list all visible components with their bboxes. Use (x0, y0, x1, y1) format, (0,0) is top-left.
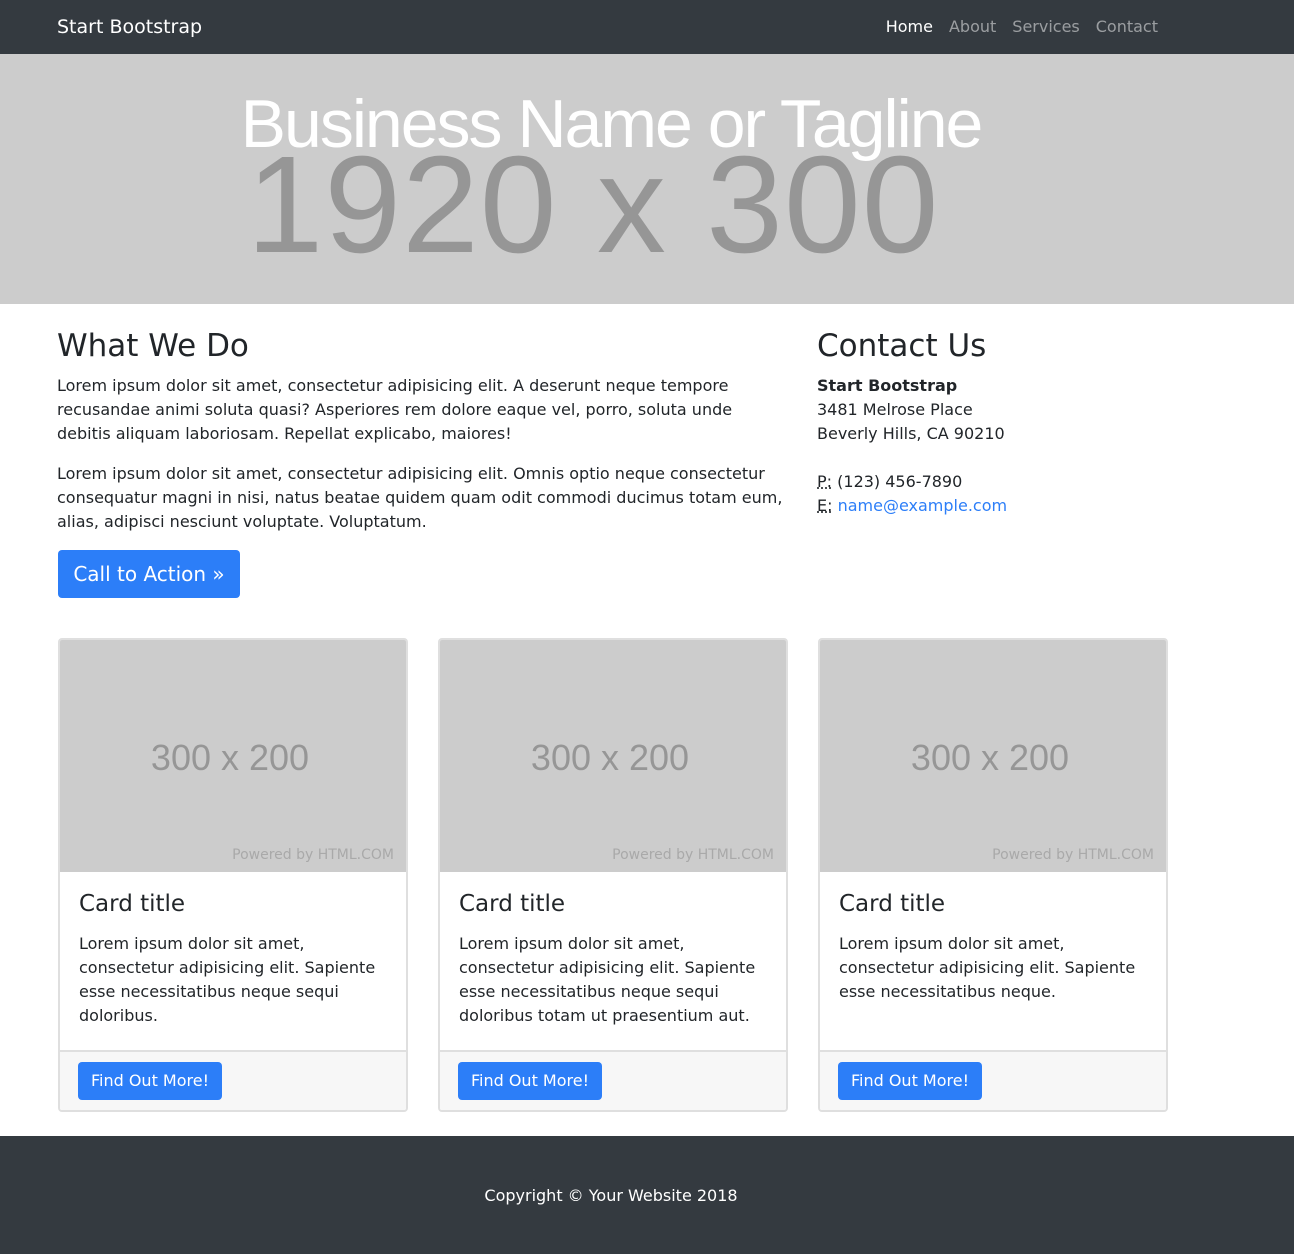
footer-copyright: Copyright © Your Website 2018 (484, 1186, 738, 1205)
card-1-footer: Find Out More! (60, 1050, 406, 1110)
card-1-powered-by: Powered by HTML.COM (232, 847, 394, 863)
card-2-footer: Find Out More! (440, 1050, 786, 1110)
contact-address: Start Bootstrap 3481 Melrose Place Bever… (817, 374, 1177, 518)
card-2-body: Card title Lorem ipsum dolor sit amet, c… (459, 888, 769, 1028)
card-2-title: Card title (459, 891, 566, 917)
card-2-find-out-more-button[interactable]: Find Out More! (458, 1062, 602, 1100)
card-3-title: Card title (839, 891, 946, 917)
card-3-find-out-more-button[interactable]: Find Out More! (838, 1062, 982, 1100)
card-3-image-placeholder: 300 x 200 (910, 737, 1070, 778)
contact-phone: (123) 456-7890 (837, 472, 963, 491)
nav-links: Home About Services Contact (886, 15, 1158, 39)
phone-abbr: P: (817, 472, 833, 491)
navbar: Start Bootstrap Home About Services Cont… (0, 0, 1294, 54)
what-we-do-heading: What We Do (57, 328, 249, 364)
card-3-footer: Find Out More! (820, 1050, 1166, 1110)
card-1-body: Card title Lorem ipsum dolor sit amet, c… (79, 888, 389, 1028)
hero-title: Business Name or Tagline (240, 86, 984, 162)
card-1-text: Lorem ipsum dolor sit amet, consectetur … (79, 934, 376, 1025)
card-1-title: Card title (79, 891, 186, 917)
card-1-image: 300 x 200 Powered by HTML.COM (60, 640, 406, 872)
contact-heading: Contact Us (817, 328, 987, 364)
nav-link-home[interactable]: Home (886, 15, 933, 39)
nav-link-contact[interactable]: Contact (1096, 15, 1158, 39)
card-1: 300 x 200 Powered by HTML.COM Card title… (58, 638, 408, 1112)
contact-section: Contact Us Start Bootstrap 3481 Melrose … (817, 326, 1177, 518)
email-abbr: E: (817, 496, 833, 515)
card-2-image-placeholder: 300 x 200 (530, 737, 690, 778)
page-footer: Copyright © Your Website 2018 (0, 1136, 1294, 1254)
card-3-body: Card title Lorem ipsum dolor sit amet, c… (839, 888, 1149, 1004)
card-1-find-out-more-button[interactable]: Find Out More! (78, 1062, 222, 1100)
card-3: 300 x 200 Powered by HTML.COM Card title… (818, 638, 1168, 1112)
what-we-do-paragraph-1: Lorem ipsum dolor sit amet, consectetur … (57, 376, 733, 443)
nav-link-about[interactable]: About (949, 15, 996, 39)
call-to-action-button[interactable]: Call to Action » (58, 550, 240, 598)
card-2: 300 x 200 Powered by HTML.COM Card title… (438, 638, 788, 1112)
card-3-text: Lorem ipsum dolor sit amet, consectetur … (839, 934, 1136, 1001)
card-1-image-placeholder: 300 x 200 (150, 737, 310, 778)
hero-banner: 1920 x 300 Business Name or Tagline (0, 54, 1294, 304)
contact-email-link[interactable]: name@example.com (838, 496, 1008, 515)
contact-street: 3481 Melrose Place (817, 400, 973, 419)
card-2-powered-by: Powered by HTML.COM (612, 847, 774, 863)
card-2-text: Lorem ipsum dolor sit amet, consectetur … (459, 934, 756, 1025)
contact-company: Start Bootstrap (817, 376, 958, 395)
card-2-image: 300 x 200 Powered by HTML.COM (440, 640, 786, 872)
nav-link-services[interactable]: Services (1012, 15, 1079, 39)
navbar-brand[interactable]: Start Bootstrap (57, 14, 202, 40)
card-3-image: 300 x 200 Powered by HTML.COM (820, 640, 1166, 872)
card-3-powered-by: Powered by HTML.COM (992, 847, 1154, 863)
contact-city: Beverly Hills, CA 90210 (817, 424, 1005, 443)
what-we-do-section: What We Do Lorem ipsum dolor sit amet, c… (57, 326, 787, 550)
what-we-do-paragraph-2: Lorem ipsum dolor sit amet, consectetur … (57, 464, 783, 531)
